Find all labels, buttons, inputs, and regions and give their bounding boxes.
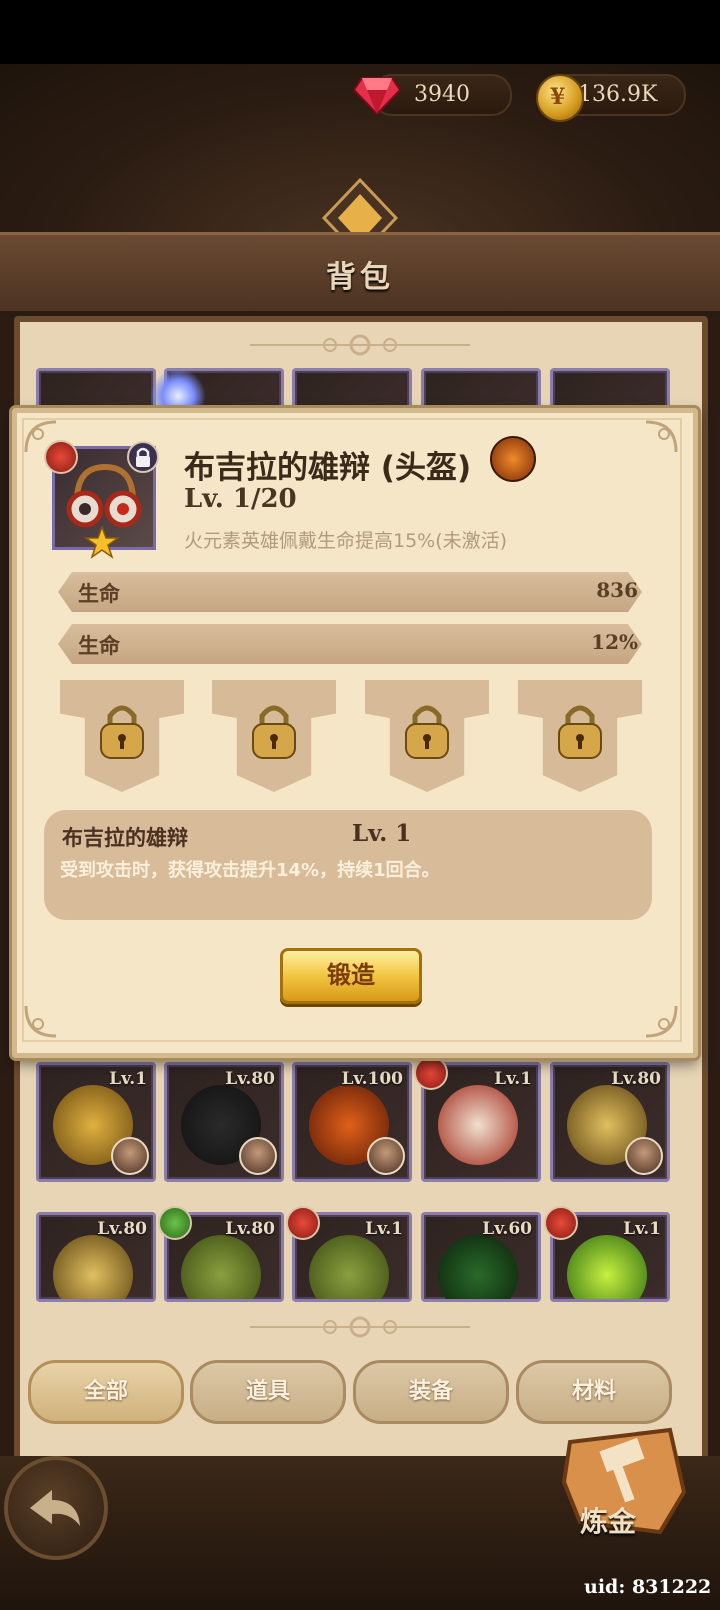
page-title: 背包 xyxy=(326,260,394,295)
skill-description: 受到攻击时，获得攻击提升14%，持续1回合。 xyxy=(60,860,440,881)
stat-value: 12% xyxy=(591,630,638,654)
stat-row xyxy=(58,624,642,664)
stat-value: 836 xyxy=(596,578,638,602)
padlock-icon xyxy=(558,705,602,759)
padlock-icon xyxy=(100,705,144,759)
item-icon xyxy=(438,1085,518,1165)
skill-name: 布吉拉的雄辩 xyxy=(62,826,188,850)
item-level: Lv.80 xyxy=(97,1219,147,1239)
skill-level: Lv. 1 xyxy=(352,820,412,847)
hero-avatar xyxy=(239,1137,277,1175)
item-level: Lv.80 xyxy=(611,1069,661,1089)
back-button[interactable] xyxy=(4,1456,108,1560)
item-icon xyxy=(181,1235,261,1299)
tab-items[interactable]: 道具 xyxy=(190,1360,346,1424)
corner-ornament xyxy=(645,420,678,453)
item-icon xyxy=(53,1235,133,1299)
gold-amount: 136.9K xyxy=(578,82,658,107)
item-level: Lv.1 xyxy=(623,1219,661,1239)
hero-avatar xyxy=(367,1137,405,1175)
item-icon xyxy=(438,1235,518,1299)
divider-ornament xyxy=(250,1316,470,1338)
fire-element-icon xyxy=(286,1206,320,1240)
gem-amount: 3940 xyxy=(414,82,470,107)
stat-label: 生命 xyxy=(78,582,120,606)
inventory-slot[interactable]: Lv.80 xyxy=(36,1212,156,1302)
forge-button[interactable]: 锻造 xyxy=(280,948,422,1004)
item-level: Lv.60 xyxy=(482,1219,532,1239)
status-bar xyxy=(0,0,720,64)
divider-ornament xyxy=(250,334,470,356)
item-level: Lv.100 xyxy=(341,1069,403,1089)
item-level-text: Lv. 1/20 xyxy=(184,484,297,514)
corner-ornament xyxy=(645,1005,678,1038)
stat-row xyxy=(58,572,642,612)
inventory-slot[interactable]: Lv.80 xyxy=(550,1062,670,1182)
padlock-icon xyxy=(405,705,449,759)
set-bonus-text: 火元素英雄佩戴生命提高15%(未激活) xyxy=(184,530,508,552)
item-level: Lv.1 xyxy=(365,1219,403,1239)
item-level: Lv.1 xyxy=(109,1069,147,1089)
item-level: Lv.80 xyxy=(225,1069,275,1089)
item-level: Lv.80 xyxy=(225,1219,275,1239)
stat-label: 生命 xyxy=(78,634,120,658)
item-name: 布吉拉的雄辩 (头盔) xyxy=(184,450,472,486)
corner-ornament xyxy=(24,1005,57,1038)
hero-avatar xyxy=(625,1137,663,1175)
alchemy-label: 炼金 xyxy=(580,1505,637,1538)
fire-element-icon xyxy=(44,440,78,474)
item-level: Lv.1 xyxy=(494,1069,532,1089)
item-icon xyxy=(567,1235,647,1299)
padlock-icon xyxy=(252,705,296,759)
inventory-slot[interactable]: Lv.100 xyxy=(292,1062,412,1182)
inventory-slot[interactable]: Lv.60 xyxy=(421,1212,541,1302)
coin-icon: ¥ xyxy=(536,74,584,122)
inventory-slot[interactable]: Lv.80 xyxy=(164,1062,284,1182)
star-icon xyxy=(84,526,120,559)
uid-text: uid: 831222 xyxy=(584,1576,712,1598)
nature-element-icon xyxy=(158,1206,192,1240)
tab-materials[interactable]: 材料 xyxy=(516,1360,672,1424)
back-arrow-icon xyxy=(30,1490,80,1526)
tab-equipment[interactable]: 装备 xyxy=(353,1360,509,1424)
fire-emblem-icon xyxy=(490,436,536,482)
gem-icon xyxy=(354,77,400,114)
hero-avatar xyxy=(111,1137,149,1175)
tab-all[interactable]: 全部 xyxy=(28,1360,184,1424)
fire-element-icon xyxy=(414,1056,448,1090)
lock-icon[interactable] xyxy=(126,440,160,474)
item-icon xyxy=(309,1235,389,1299)
fire-element-icon xyxy=(544,1206,578,1240)
inventory-slot[interactable]: Lv.1 xyxy=(36,1062,156,1182)
